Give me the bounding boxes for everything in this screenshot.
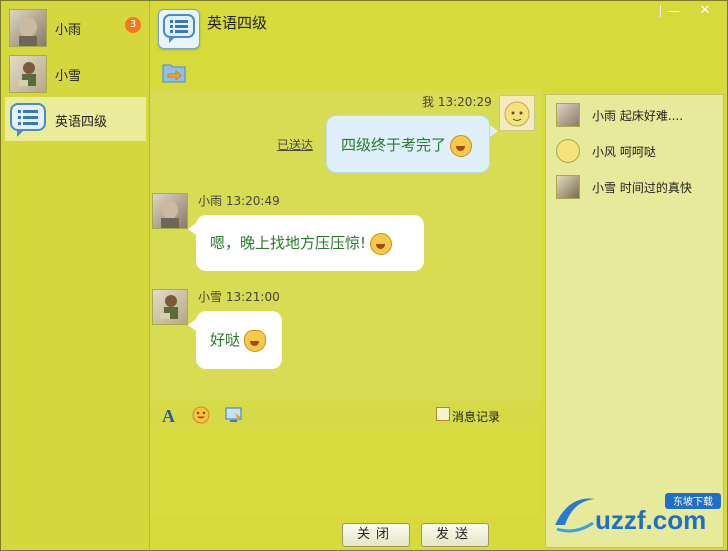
member-panel: 小雨 起床好难.... 小风 呵呵哒 小雪 时间过的真快: [545, 94, 724, 548]
chat-header: 英语四级 — ✕: [150, 1, 727, 89]
avatar: [556, 175, 580, 199]
sidebar-item-xiaoxue[interactable]: 小雪: [5, 51, 146, 95]
avatar: [152, 289, 188, 325]
font-icon[interactable]: A: [160, 406, 178, 426]
sender-name: 我: [422, 95, 435, 109]
sender-name: 小雨: [198, 194, 223, 208]
avatar: [556, 139, 580, 163]
smile-icon[interactable]: [192, 406, 210, 424]
bubble-tail: [490, 125, 498, 137]
screen-icon[interactable]: [224, 406, 242, 424]
input-toolbar: A 消息记录: [150, 401, 541, 429]
avatar: [556, 103, 580, 127]
member-text: 小雪 时间过的真快: [592, 179, 692, 196]
message-list: 我 13:20:29 已送达 四级终于考完了 小雨 13:20:49 嗯，晚上找…: [150, 89, 541, 407]
delivery-status: 已送达: [277, 138, 314, 152]
chat-bubble-icon: [9, 101, 47, 139]
member-last-message: 呵呵哒: [619, 145, 656, 159]
grin-emoji-icon: [450, 134, 473, 157]
timestamp: 13:20:49: [225, 194, 280, 208]
divider: [660, 5, 661, 17]
avatar: [152, 193, 188, 229]
unread-badge: 3: [125, 17, 141, 33]
send-button[interactable]: 发送: [421, 523, 489, 547]
history-link[interactable]: 消息记录: [452, 408, 500, 425]
chat-window: 小雨 3 小雪 英语四级 英语四级 — ✕ 我 13:20:29 已送达 四级终…: [0, 0, 728, 551]
folder-icon[interactable]: [162, 61, 186, 83]
contact-name: 小雨: [55, 23, 82, 38]
contact-name: 小雪: [55, 69, 82, 84]
watermark-tag: 东坡下载: [673, 495, 713, 508]
minimize-button[interactable]: —: [663, 3, 685, 19]
close-button[interactable]: 关闭: [342, 523, 410, 547]
page-title: 英语四级: [207, 14, 268, 32]
chat-bubble-icon: [158, 9, 200, 49]
message-bubble: 嗯，晚上找地方压压惊!: [196, 215, 424, 271]
member-text: 小雨 起床好难....: [592, 107, 683, 124]
message-text: 嗯，晚上找地方压压惊!: [210, 234, 367, 252]
member-last-message: 起床好难....: [619, 109, 684, 123]
timestamp: 13:21:00: [225, 290, 280, 304]
member-name: 小风: [592, 145, 617, 159]
message-text: 好哒: [210, 331, 241, 349]
svg-text:A: A: [162, 406, 175, 424]
message-meta: 我 13:20:29: [422, 93, 492, 110]
message-input[interactable]: [150, 429, 541, 517]
bubble-tail: [188, 319, 196, 331]
message-meta: 小雨 13:20:49: [198, 192, 280, 209]
member-name: 小雨: [592, 109, 617, 123]
watermark-logo: uzzf.com 东坡下载: [547, 489, 725, 541]
watermark-text: uzzf.com: [595, 505, 706, 535]
contact-sidebar: 小雨 3 小雪 英语四级: [1, 1, 150, 550]
avatar: [9, 55, 47, 93]
avatar: [9, 9, 47, 47]
sender-name: 小雪: [198, 290, 223, 304]
message-bubble: 四级终于考完了: [326, 115, 490, 173]
member-last-message: 时间过的真快: [619, 181, 692, 195]
contact-name: 英语四级: [55, 115, 108, 130]
sidebar-item-group[interactable]: 英语四级: [5, 97, 146, 141]
avatar: [499, 95, 535, 131]
sidebar-item-xiaoyu[interactable]: 小雨 3: [5, 5, 146, 49]
member-text: 小风 呵呵哒: [592, 143, 656, 160]
angry-emoji-icon: [370, 232, 393, 255]
message-bubble: 好哒: [196, 311, 282, 369]
ok-hand-emoji-icon: [244, 329, 267, 352]
message-meta: 小雪 13:21:00: [198, 288, 280, 305]
bubble-tail: [188, 223, 196, 235]
member-name: 小雪: [592, 181, 617, 195]
close-window-button[interactable]: ✕: [694, 3, 716, 19]
message-text: 四级终于考完了: [341, 136, 447, 154]
history-icon[interactable]: [436, 407, 450, 421]
timestamp: 13:20:29: [437, 95, 492, 109]
